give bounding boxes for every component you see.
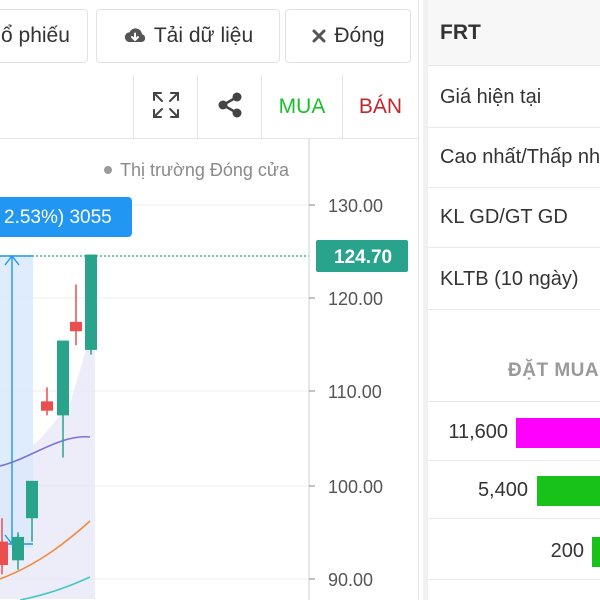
stock-button[interactable]: ổ phiếu: [0, 9, 88, 63]
price-chart[interactable]: Thị trường Đóng cửa 2.53%) 3055 130.00 1…: [0, 139, 418, 600]
bid-row: 11,600: [428, 403, 600, 461]
close-icon: [311, 28, 327, 44]
symbol-code: FRT: [440, 20, 481, 44]
info-row-high-low: Cao nhất/Thấp nhất: [428, 128, 600, 188]
price-label: 130.00: [328, 196, 383, 216]
download-data-button[interactable]: Tải dữ liệu: [96, 9, 280, 63]
close-button[interactable]: Đóng: [285, 9, 411, 63]
info-row-average-volume: KLTB (10 ngày): [428, 250, 600, 310]
bid-header-label: ĐẶT MUA: [508, 359, 600, 381]
bid-volume-bar: [516, 418, 600, 448]
download-data-label: Tải dữ liệu: [153, 24, 254, 47]
current-price-value: 124.70: [334, 247, 392, 268]
candle-body: [41, 401, 53, 411]
bid-quantity: 5,400: [477, 479, 528, 501]
bid-quantity: 11,600: [448, 421, 508, 443]
price-label: 90.00: [328, 570, 373, 590]
candle-body: [12, 536, 24, 561]
bid-row: 200: [428, 522, 600, 580]
expand-icon: [151, 90, 181, 125]
order-book-header: ĐẶT MUA: [428, 340, 600, 402]
info-row-current-price: Giá hiện tại: [428, 68, 600, 128]
symbol-header: FRT: [428, 0, 600, 66]
candle-body: [26, 480, 38, 519]
close-label: Đóng: [334, 24, 385, 47]
share-button[interactable]: [197, 75, 261, 139]
share-icon: [215, 90, 245, 125]
info-label: KL GD/GT GD: [440, 206, 568, 228]
candle-body: [70, 321, 82, 332]
chart-toolbar: MUA BÁN: [0, 75, 418, 139]
cloud-download-icon: [123, 27, 147, 45]
candle-body: [57, 340, 69, 416]
bid-volume-bar: [537, 476, 600, 506]
market-status-dot: [104, 166, 112, 174]
price-label: 110.00: [328, 382, 382, 402]
stock-detail-window: ổ phiếu Tải dữ liệu Đóng MUA BÁN Thị trư…: [0, 0, 600, 600]
price-label: 100.00: [328, 477, 383, 497]
info-row-volume-value: KL GD/GT GD: [428, 188, 600, 248]
sell-button[interactable]: BÁN: [342, 75, 418, 139]
measure-label-text: 2.53%) 3055: [4, 207, 112, 228]
buy-button[interactable]: MUA: [261, 75, 342, 139]
stock-button-label: ổ phiếu: [1, 24, 70, 47]
candle-body: [85, 254, 97, 350]
candle-body: [0, 541, 8, 565]
price-label: 120.00: [328, 289, 383, 309]
info-label: KLTB (10 ngày): [440, 268, 579, 290]
info-label: Cao nhất/Thấp nhất: [440, 146, 600, 168]
price-chart-canvas[interactable]: Thị trường Đóng cửa 2.53%) 3055 130.00 1…: [0, 139, 418, 600]
fullscreen-button[interactable]: [133, 75, 197, 139]
bid-row: 5,400: [428, 461, 600, 519]
info-label: Giá hiện tại: [440, 86, 542, 108]
bid-volume-bar: [592, 537, 600, 567]
divider: [418, 0, 419, 600]
market-status-text: Thị trường Đóng cửa: [120, 160, 290, 180]
bid-quantity: 200: [550, 540, 584, 562]
